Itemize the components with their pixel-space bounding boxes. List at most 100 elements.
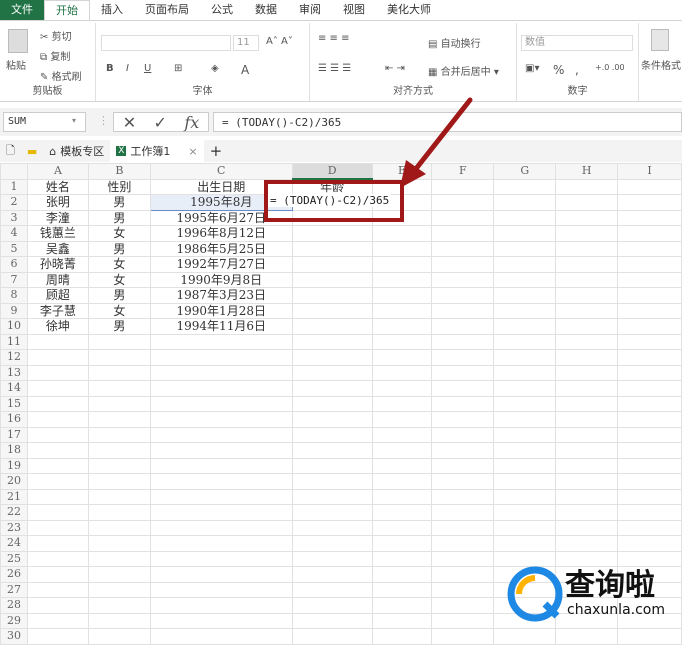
cell-a21[interactable]: [26, 488, 89, 505]
cell-d29[interactable]: [291, 612, 373, 629]
row-header[interactable]: 18: [0, 442, 28, 459]
cell-b19[interactable]: [87, 457, 151, 474]
cell-b14[interactable]: [87, 380, 151, 397]
cell-i5[interactable]: [617, 240, 682, 257]
cell-a6[interactable]: 孙晓菁: [26, 256, 89, 273]
cell-i12[interactable]: [617, 349, 682, 366]
cell-c10[interactable]: 1994年11月6日: [149, 318, 293, 335]
align-left-icon[interactable]: ☰ ☰ ☰: [318, 63, 351, 74]
cell-a25[interactable]: [26, 550, 89, 567]
cell-f19[interactable]: [431, 457, 495, 474]
cell-h1[interactable]: [555, 178, 619, 195]
cell-e9[interactable]: [371, 302, 433, 319]
cell-e23[interactable]: [371, 519, 433, 536]
column-header-a[interactable]: A: [26, 163, 89, 180]
cell-h14[interactable]: [555, 380, 619, 397]
cell-e19[interactable]: [371, 457, 433, 474]
row-header[interactable]: 2: [0, 194, 28, 211]
italic-button[interactable]: I: [126, 63, 129, 74]
cell-h2[interactable]: [555, 194, 619, 211]
cell-b17[interactable]: [87, 426, 151, 443]
cell-b27[interactable]: [87, 581, 151, 598]
workbook-tab[interactable]: X 工作簿1 ×: [110, 140, 204, 162]
cell-g12[interactable]: [493, 349, 557, 366]
tab-insert[interactable]: 插入: [90, 0, 134, 20]
cell-f14[interactable]: [431, 380, 495, 397]
cell-g18[interactable]: [493, 442, 557, 459]
cell-e5[interactable]: [371, 240, 433, 257]
cell-d16[interactable]: [291, 411, 373, 428]
cell-f28[interactable]: [431, 597, 495, 614]
cell-f29[interactable]: [431, 612, 495, 629]
cell-d13[interactable]: [291, 364, 373, 381]
cell-e8[interactable]: [371, 287, 433, 304]
cell-g24[interactable]: [493, 535, 557, 552]
cell-c15[interactable]: [149, 395, 293, 412]
cell-a22[interactable]: [26, 504, 89, 521]
cell-i16[interactable]: [617, 411, 682, 428]
cell-d11[interactable]: [291, 333, 373, 350]
cell-i22[interactable]: [617, 504, 682, 521]
cell-d19[interactable]: [291, 457, 373, 474]
cell-a4[interactable]: 钱蕙兰: [26, 225, 89, 242]
cell-c21[interactable]: [149, 488, 293, 505]
cell-g14[interactable]: [493, 380, 557, 397]
cell-f6[interactable]: [431, 256, 495, 273]
cell-g3[interactable]: [493, 209, 557, 226]
cell-c19[interactable]: [149, 457, 293, 474]
cell-c9[interactable]: 1990年1月28日: [149, 302, 293, 319]
cell-g11[interactable]: [493, 333, 557, 350]
cell-e10[interactable]: [371, 318, 433, 335]
row-header[interactable]: 25: [0, 550, 28, 567]
cell-a9[interactable]: 李子慧: [26, 302, 89, 319]
row-header[interactable]: 7: [0, 271, 28, 288]
conditional-format-button[interactable]: 条件格式: [641, 57, 681, 72]
paste-button[interactable]: 粘贴: [6, 57, 26, 72]
cell-c18[interactable]: [149, 442, 293, 459]
cell-h3[interactable]: [555, 209, 619, 226]
cell-f10[interactable]: [431, 318, 495, 335]
cell-c24[interactable]: [149, 535, 293, 552]
cell-c8[interactable]: 1987年3月23日: [149, 287, 293, 304]
cell-a17[interactable]: [26, 426, 89, 443]
cell-b6[interactable]: 女: [87, 256, 151, 273]
cell-h6[interactable]: [555, 256, 619, 273]
cell-f22[interactable]: [431, 504, 495, 521]
template-tab[interactable]: ⌂ 模板专区: [43, 140, 110, 162]
cell-i7[interactable]: [617, 271, 682, 288]
cell-a5[interactable]: 吴鑫: [26, 240, 89, 257]
cell-g16[interactable]: [493, 411, 557, 428]
cell-b10[interactable]: 男: [87, 318, 151, 335]
row-header[interactable]: 21: [0, 488, 28, 505]
cell-b5[interactable]: 男: [87, 240, 151, 257]
column-header-e[interactable]: E: [371, 163, 433, 180]
cell-c23[interactable]: [149, 519, 293, 536]
close-tab-icon[interactable]: ×: [188, 145, 197, 158]
row-header[interactable]: 29: [0, 612, 28, 629]
font-color-button[interactable]: A: [241, 63, 249, 77]
font-size-select[interactable]: 11: [233, 35, 259, 51]
cell-f18[interactable]: [431, 442, 495, 459]
cell-f2[interactable]: [431, 194, 495, 211]
cell-g1[interactable]: [493, 178, 557, 195]
cell-e26[interactable]: [371, 566, 433, 583]
tab-data[interactable]: 数据: [244, 0, 288, 20]
cell-h20[interactable]: [555, 473, 619, 490]
cell-b13[interactable]: [87, 364, 151, 381]
column-header-f[interactable]: F: [431, 163, 495, 180]
cell-e21[interactable]: [371, 488, 433, 505]
cut-button[interactable]: ✂ 剪切: [40, 28, 72, 43]
percent-button[interactable]: %: [553, 63, 564, 77]
tab-beautify[interactable]: 美化大师: [376, 0, 442, 20]
row-header[interactable]: 12: [0, 349, 28, 366]
cell-d12[interactable]: [291, 349, 373, 366]
cell-h8[interactable]: [555, 287, 619, 304]
cell-a15[interactable]: [26, 395, 89, 412]
cell-h18[interactable]: [555, 442, 619, 459]
cell-d20[interactable]: [291, 473, 373, 490]
cell-c17[interactable]: [149, 426, 293, 443]
cancel-icon[interactable]: ✕: [123, 113, 136, 132]
cell-f21[interactable]: [431, 488, 495, 505]
cell-i9[interactable]: [617, 302, 682, 319]
currency-icon[interactable]: ▣▾: [525, 63, 539, 74]
